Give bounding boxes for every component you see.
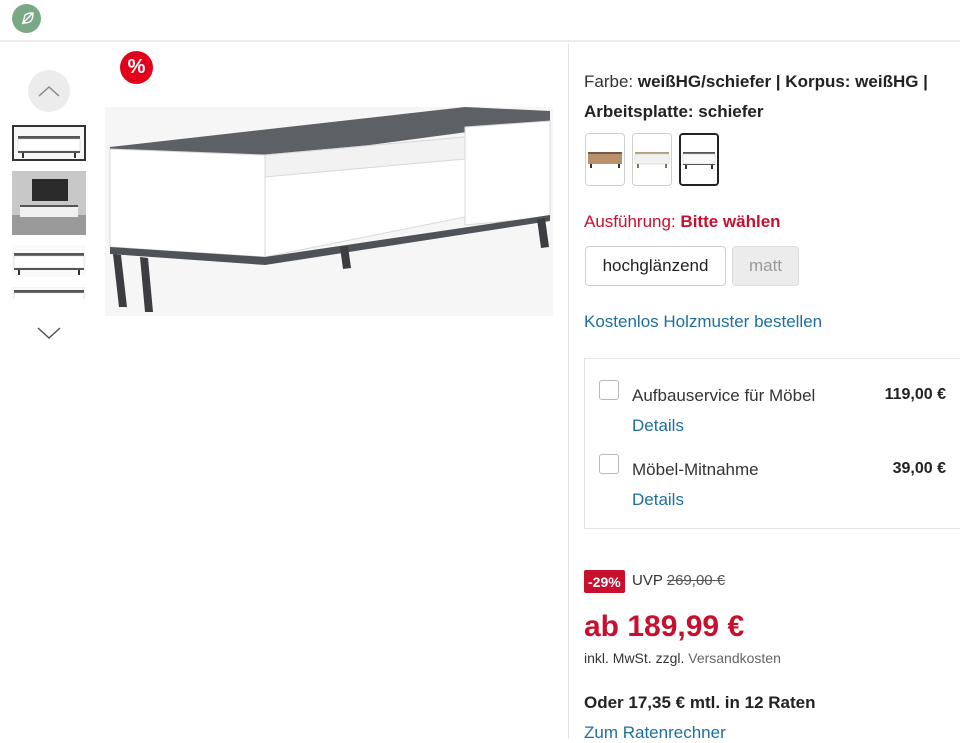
tv-board-illustration [105, 107, 553, 316]
service-checkbox-removal[interactable] [599, 454, 619, 474]
thumbnail-scroll-up-button[interactable] [28, 70, 70, 112]
execution-label: Ausführung: [584, 212, 676, 231]
tax-note: inkl. MwSt. zzgl. Versandkosten [584, 650, 781, 666]
color-selection-text: Farbe: weißHG/schiefer | Korpus: weißHG … [584, 67, 954, 127]
uvp-text: UVP 269,00 € [632, 572, 725, 589]
installment-text: Oder 17,35 € mtl. in 12 Raten [584, 693, 816, 712]
service-name-removal: Möbel-Mitnahme [632, 460, 759, 479]
execution-selection-text: Ausführung: Bitte wählen [584, 212, 781, 232]
service-price-removal: 39,00 € [892, 460, 946, 477]
wood-sample-link[interactable]: Kostenlos Holzmuster bestellen [584, 312, 822, 332]
color-label: Farbe: [584, 72, 634, 91]
color-value: weißHG/schiefer | Korpus: weißHG | Arbei… [584, 72, 928, 121]
product-price: ab 189,99 € [584, 610, 745, 643]
thumbnail-1[interactable] [12, 125, 86, 161]
chevron-down-icon [37, 327, 61, 339]
installment-calculator-link[interactable]: Zum Ratenrechner [584, 723, 726, 743]
color-swatch-oak[interactable] [585, 133, 625, 186]
sale-badge: % [120, 51, 153, 84]
service-price-assembly: 119,00 € [884, 386, 946, 403]
thumbnail-4[interactable] [12, 287, 86, 299]
services-box: Aufbauservice für Möbel 119,00 € Details… [584, 358, 960, 529]
service-details-assembly-link[interactable]: Details [632, 416, 684, 436]
uvp-label: UVP [632, 572, 663, 589]
top-bar [0, 0, 960, 42]
execution-prompt: Bitte wählen [680, 212, 781, 231]
product-image[interactable] [105, 107, 553, 316]
tax-prefix: inkl. MwSt. zzgl. [584, 650, 685, 666]
thumbnail-2[interactable] [12, 171, 86, 235]
discount-badge: -29% [584, 570, 625, 593]
leaf-icon[interactable] [12, 4, 41, 33]
option-high-gloss-button[interactable]: hochglänzend [585, 246, 726, 286]
thumbnail-3[interactable] [12, 245, 86, 277]
service-checkbox-assembly[interactable] [599, 380, 619, 400]
service-name-assembly: Aufbauservice für Möbel [632, 386, 816, 405]
chevron-up-icon [38, 85, 60, 97]
color-swatch-white-wood[interactable] [632, 133, 672, 186]
column-divider [568, 44, 569, 739]
uvp-value: 269,00 € [666, 572, 726, 589]
option-matt-button[interactable]: matt [732, 246, 799, 286]
thumbnail-scroll-down-button[interactable] [34, 320, 64, 346]
shipping-costs-link[interactable]: Versandkosten [688, 650, 781, 666]
service-details-removal-link[interactable]: Details [632, 490, 684, 510]
color-swatch-white-slate[interactable] [679, 133, 719, 186]
